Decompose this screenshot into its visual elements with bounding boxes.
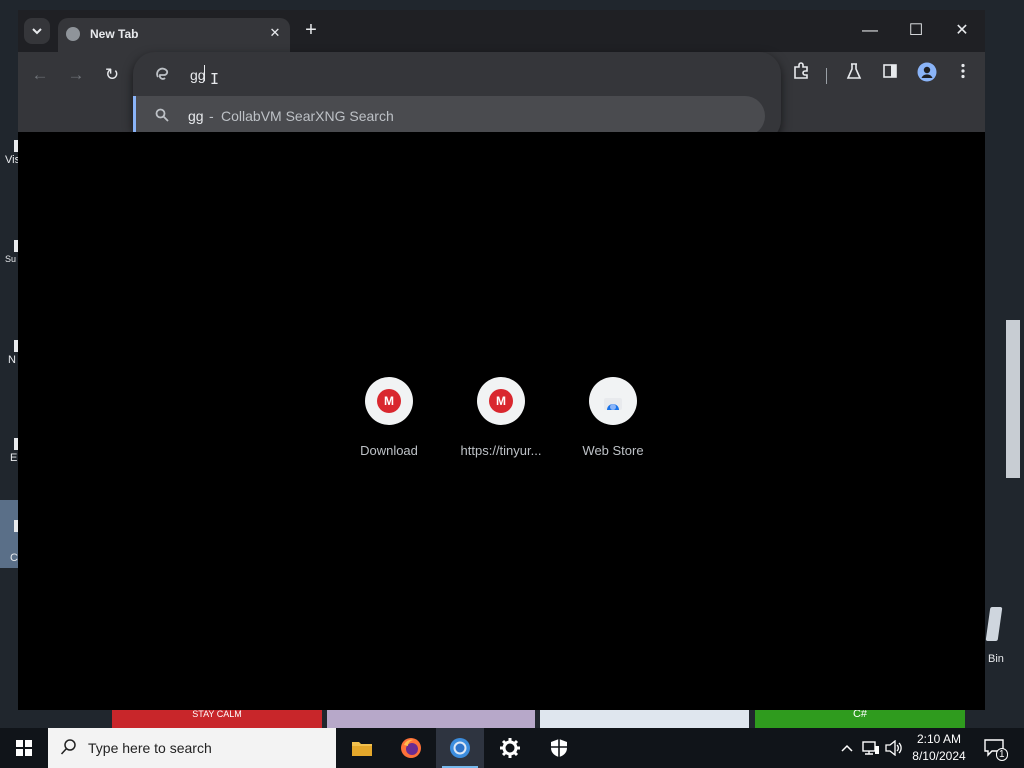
close-window-button[interactable]: ✕ bbox=[946, 18, 978, 44]
toolbar-divider bbox=[826, 68, 827, 84]
new-tab-page: M Download M https://tinyur... Web Store bbox=[18, 132, 985, 710]
shortcut-icon-circle bbox=[589, 377, 637, 425]
omnibox-dropdown: I gg - CollabVM SearXNG Search bbox=[133, 52, 781, 142]
notification-badge: 1 bbox=[996, 748, 1008, 761]
search-icon bbox=[60, 738, 80, 758]
search-placeholder: Type here to search bbox=[88, 740, 212, 756]
folder-icon bbox=[352, 742, 372, 756]
tab-strip: New Tab ✕ + — ☐ ✕ bbox=[18, 10, 985, 52]
avatar-icon bbox=[917, 62, 937, 82]
i-beam-cursor-icon: I bbox=[210, 70, 220, 88]
show-hidden-icons[interactable] bbox=[836, 728, 858, 768]
shortcut-label: Download bbox=[360, 443, 418, 458]
mega-icon: M bbox=[377, 389, 401, 413]
shortcut-label: https://tinyur... bbox=[460, 443, 542, 458]
background-window-scrollbar[interactable] bbox=[1006, 320, 1020, 478]
taskbar-preview-strip: STAY CALM C# bbox=[0, 708, 1024, 728]
action-center-button[interactable]: 1 bbox=[980, 728, 1008, 768]
omnibox-suggestion[interactable]: gg - CollabVM SearXNG Search bbox=[133, 96, 765, 136]
start-button[interactable] bbox=[0, 728, 48, 768]
taskbar-firefox[interactable] bbox=[387, 728, 435, 768]
shortcut-icon-circle: M bbox=[365, 377, 413, 425]
network-icon bbox=[862, 741, 879, 755]
text-caret bbox=[204, 65, 205, 81]
browser-window: New Tab ✕ + — ☐ ✕ ← → ↻ I bbox=[18, 10, 985, 710]
labs-button[interactable] bbox=[841, 62, 867, 88]
desktop-icon[interactable]: Su bbox=[0, 240, 18, 280]
shortcut-label: Web Store bbox=[582, 443, 644, 458]
extensions-button[interactable] bbox=[788, 62, 814, 88]
selection-accent bbox=[133, 96, 136, 136]
suggestion-separator: - bbox=[209, 108, 214, 124]
gear-icon bbox=[500, 738, 520, 758]
taskbar-clock[interactable]: 2:10 AM 8/10/2024 bbox=[900, 731, 978, 765]
shortcut-tile-web-store[interactable]: Web Store bbox=[563, 377, 663, 467]
puzzle-icon bbox=[794, 62, 808, 79]
tab-close-button[interactable]: ✕ bbox=[266, 24, 284, 42]
taskbar-security[interactable] bbox=[535, 728, 583, 768]
shortcut-tile-tinyurl[interactable]: M https://tinyur... bbox=[451, 377, 551, 467]
reload-button[interactable]: ↻ bbox=[101, 64, 123, 86]
recycle-bin[interactable]: Bin bbox=[985, 607, 1022, 667]
clock-time: 2:10 AM bbox=[916, 732, 962, 746]
desktop-icon[interactable]: E bbox=[0, 438, 18, 478]
chrome-icon bbox=[450, 738, 470, 758]
web-store-icon bbox=[604, 398, 622, 410]
back-button[interactable]: ← bbox=[29, 64, 51, 86]
windows-logo-icon bbox=[16, 740, 32, 756]
window-thumbnail[interactable] bbox=[327, 708, 535, 728]
mega-icon: M bbox=[489, 389, 513, 413]
taskbar-settings[interactable] bbox=[486, 728, 534, 768]
address-bar-input[interactable] bbox=[188, 63, 712, 87]
shortcut-tile-download[interactable]: M Download bbox=[339, 377, 439, 467]
profile-button[interactable] bbox=[914, 62, 940, 88]
tab-title: New Tab bbox=[90, 27, 139, 41]
tab-new-tab[interactable]: New Tab ✕ bbox=[58, 18, 290, 52]
shortcut-icon-circle: M bbox=[477, 377, 525, 425]
new-tab-button[interactable]: + bbox=[300, 20, 322, 42]
edge-search-engine-icon bbox=[155, 66, 171, 82]
desktop-icon[interactable]: Vis bbox=[0, 140, 20, 180]
desktop-icon[interactable]: N bbox=[0, 340, 18, 380]
window-thumbnail[interactable]: STAY CALM bbox=[112, 708, 322, 728]
taskbar: Type here to search 2:10 AM 8/10/2024 1 bbox=[0, 728, 1024, 768]
side-panel-button[interactable] bbox=[877, 62, 903, 88]
clock-date: 8/10/2024 bbox=[912, 749, 966, 763]
menu-button[interactable] bbox=[950, 62, 976, 88]
window-thumbnail[interactable]: C# bbox=[755, 708, 965, 728]
forward-button[interactable]: → bbox=[65, 64, 87, 86]
side-panel-icon bbox=[883, 64, 897, 78]
maximize-button[interactable]: ☐ bbox=[900, 18, 932, 44]
tab-search-button[interactable] bbox=[24, 18, 50, 44]
taskbar-search[interactable]: Type here to search bbox=[48, 728, 336, 768]
suggestion-query: gg bbox=[188, 108, 204, 124]
search-icon bbox=[155, 108, 171, 124]
minimize-button[interactable]: — bbox=[854, 18, 886, 44]
globe-icon bbox=[66, 27, 80, 41]
chevron-down-icon bbox=[32, 28, 42, 35]
firefox-icon bbox=[401, 738, 421, 758]
suggestion-engine: CollabVM SearXNG Search bbox=[221, 108, 394, 124]
window-thumbnail[interactable] bbox=[540, 708, 749, 728]
more-vertical-icon bbox=[961, 63, 965, 79]
taskbar-chrome[interactable] bbox=[436, 728, 484, 768]
chevron-up-icon bbox=[841, 744, 853, 752]
flask-icon bbox=[846, 63, 862, 79]
taskbar-file-explorer[interactable] bbox=[338, 728, 386, 768]
network-button[interactable] bbox=[860, 728, 882, 768]
shield-icon bbox=[551, 739, 567, 757]
desktop-icon-selected[interactable]: C bbox=[0, 500, 18, 568]
recycle-bin-icon bbox=[985, 607, 1003, 641]
